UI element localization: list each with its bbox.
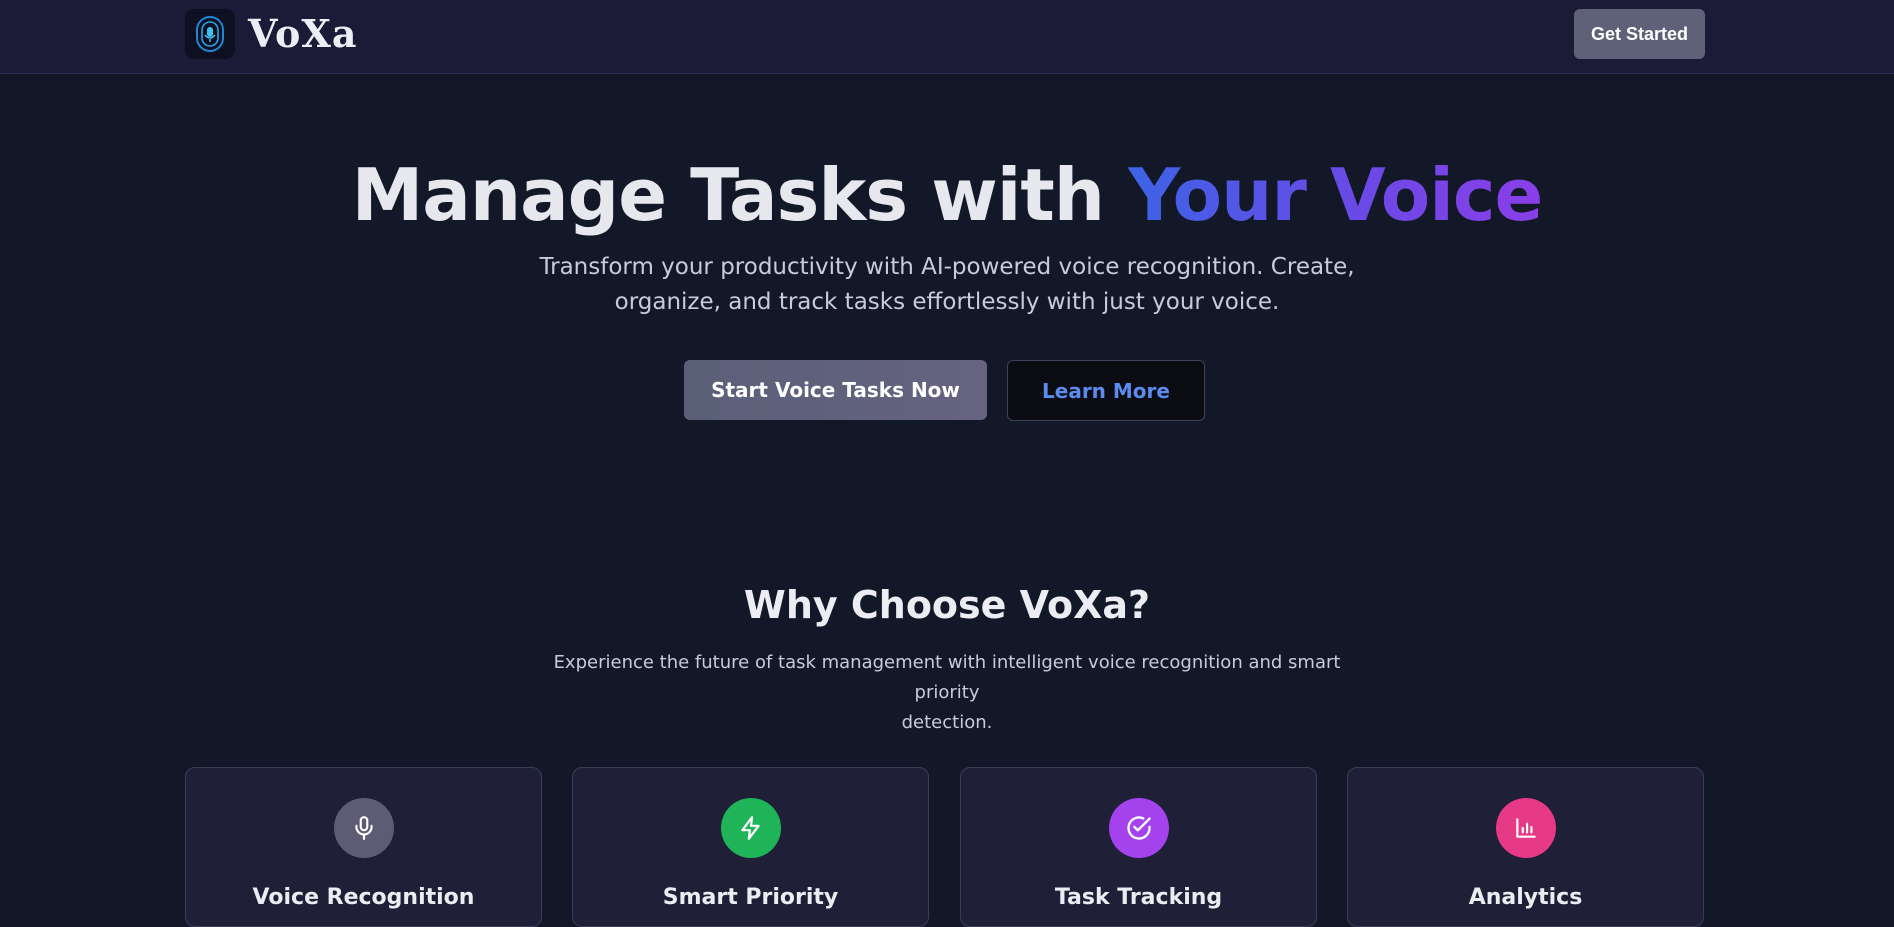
feature-card-task-tracking: Task Tracking [960,767,1317,927]
start-voice-tasks-button[interactable]: Start Voice Tasks Now [684,360,987,420]
microphone-icon [334,798,394,858]
hero-title-main: Manage Tasks with [351,153,1129,237]
get-started-button[interactable]: Get Started [1574,9,1705,59]
bar-chart-icon [1496,798,1556,858]
features-subtitle: Experience the future of task management… [520,648,1374,738]
voice-logo-icon [196,16,224,52]
brand-name[interactable]: VoXa [248,8,357,60]
hero-title-accent: Your Voice [1128,153,1543,237]
feature-card-voice-recognition: Voice Recognition [185,767,542,927]
learn-more-button[interactable]: Learn More [1007,360,1205,421]
feature-card-title: Analytics [1468,885,1583,910]
logo[interactable] [185,9,235,59]
hero-subtitle-line-2: organize, and track tasks effortlessly w… [614,289,1280,315]
features-title: Why Choose VoXa? [743,583,1151,627]
feature-card-analytics: Analytics [1347,767,1704,927]
lightning-icon [721,798,781,858]
feature-card-title: Voice Recognition [252,885,475,910]
hero-subtitle-line-1: Transform your productivity with AI-powe… [539,254,1355,280]
hero-subtitle: Transform your productivity with AI-powe… [530,250,1364,320]
top-navbar: VoXa Get Started [0,0,1894,74]
hero-title: Manage Tasks with Your Voice [0,150,1894,240]
feature-card-title: Task Tracking [1054,885,1223,910]
features-subtitle-line-2: detection. [901,712,993,733]
feature-card-title: Smart Priority [662,885,839,910]
feature-card-smart-priority: Smart Priority [572,767,929,927]
features-subtitle-line-1: Experience the future of task management… [553,652,1341,703]
check-circle-icon [1109,798,1169,858]
